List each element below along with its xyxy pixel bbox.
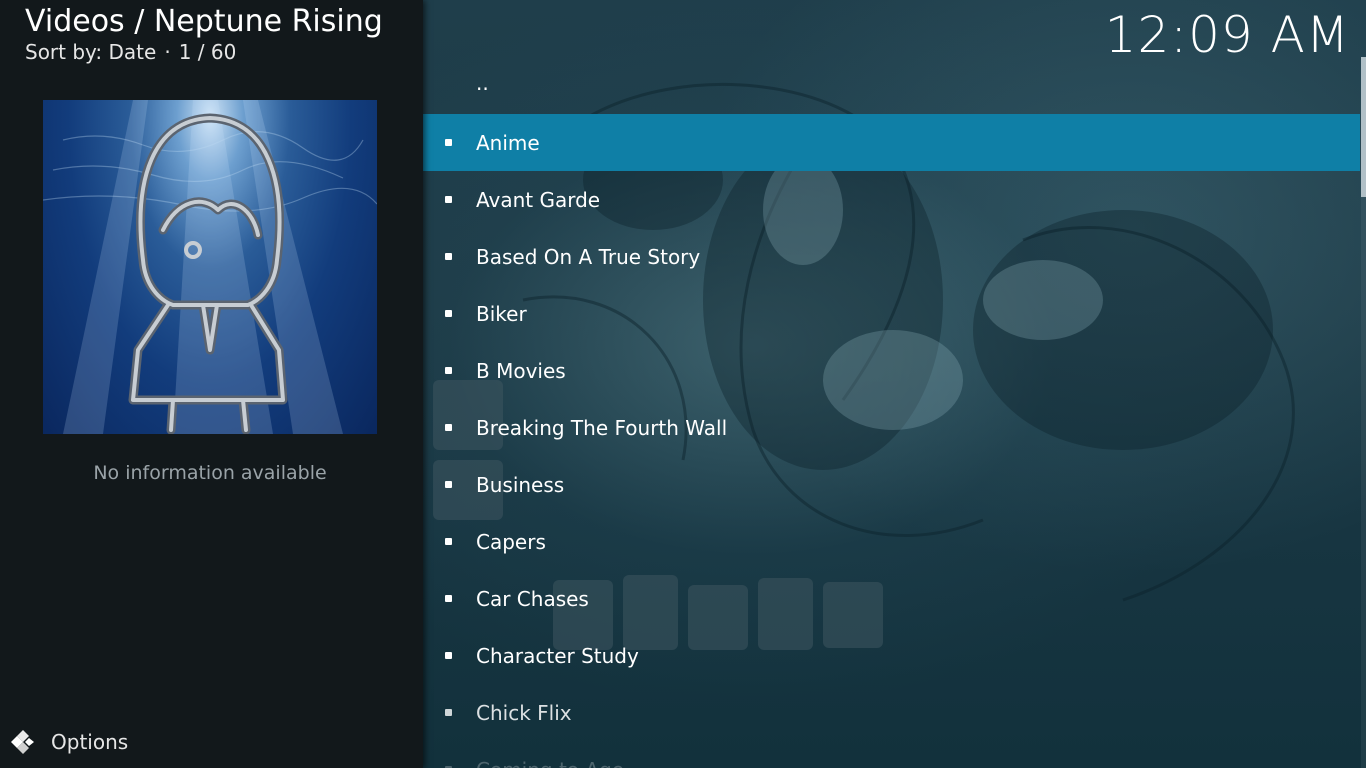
bullet bbox=[445, 253, 452, 260]
list-item-label: .. bbox=[476, 70, 489, 95]
page-title: Videos / Neptune Rising bbox=[25, 4, 383, 39]
list-item-coming-to-age[interactable]: Coming to Age bbox=[423, 741, 1360, 768]
bullet bbox=[445, 424, 452, 431]
separator: · bbox=[164, 40, 171, 64]
list-item-car-chases[interactable]: Car Chases bbox=[423, 570, 1360, 627]
sort-info: Sort by: Date · 1 / 60 bbox=[25, 40, 236, 64]
list-item-label: Breaking The Fourth Wall bbox=[476, 415, 728, 440]
list-item-label: Business bbox=[476, 472, 565, 497]
scrollbar-thumb[interactable] bbox=[1361, 57, 1366, 197]
no-information-text: No information available bbox=[93, 462, 327, 484]
list-item-label: Based On A True Story bbox=[476, 244, 701, 269]
item-position: 1 / 60 bbox=[178, 40, 237, 64]
list-item-label: Biker bbox=[476, 301, 527, 326]
sort-label: Sort by: Date bbox=[25, 40, 157, 64]
clock: 12:09 AM bbox=[1104, 6, 1350, 64]
list-item-label: B Movies bbox=[476, 358, 566, 383]
bullet bbox=[445, 481, 452, 488]
bullet bbox=[445, 367, 452, 374]
list-item-chick-flix[interactable]: Chick Flix bbox=[423, 684, 1360, 741]
neptune-rising-logo-image bbox=[43, 100, 377, 434]
list-item-label: Car Chases bbox=[476, 586, 589, 611]
bullet bbox=[445, 652, 452, 659]
folder-list: .. Anime Avant Garde Based On A True Sto… bbox=[423, 57, 1360, 768]
bullet bbox=[445, 82, 452, 89]
list-item-character-study[interactable]: Character Study bbox=[423, 627, 1360, 684]
bullet bbox=[445, 538, 452, 545]
list-item-avant-garde[interactable]: Avant Garde bbox=[423, 171, 1360, 228]
info-panel: Videos / Neptune Rising Sort by: Date · 1 … bbox=[0, 0, 423, 768]
options-label: Options bbox=[51, 730, 129, 754]
list-item-business[interactable]: Business bbox=[423, 456, 1360, 513]
list-item-label: Capers bbox=[476, 529, 546, 554]
bullet bbox=[445, 196, 452, 203]
list-item-label: Avant Garde bbox=[476, 187, 601, 212]
kodi-gear-icon bbox=[11, 730, 34, 754]
bullet bbox=[445, 709, 452, 716]
list-item-label: Character Study bbox=[476, 643, 639, 668]
list-item-label: Anime bbox=[476, 130, 540, 155]
list-item-parent[interactable]: .. bbox=[423, 57, 1360, 114]
addon-thumbnail bbox=[43, 100, 377, 434]
bullet bbox=[445, 595, 452, 602]
list-item-anime[interactable]: Anime bbox=[423, 114, 1360, 171]
kodi-screen: 12:09 AM .. Anime Avant Garde Based On A… bbox=[0, 0, 1366, 768]
bullet bbox=[445, 310, 452, 317]
options-button[interactable]: Options bbox=[10, 728, 128, 756]
list-item-b-movies[interactable]: B Movies bbox=[423, 342, 1360, 399]
list-item-label: Coming to Age bbox=[476, 758, 624, 768]
list-item-biker[interactable]: Biker bbox=[423, 285, 1360, 342]
list-item-based-on-a-true-story[interactable]: Based On A True Story bbox=[423, 228, 1360, 285]
list-item-label: Chick Flix bbox=[476, 700, 572, 725]
list-area: 12:09 AM .. Anime Avant Garde Based On A… bbox=[423, 0, 1366, 768]
list-item-capers[interactable]: Capers bbox=[423, 513, 1360, 570]
list-item-breaking-the-fourth-wall[interactable]: Breaking The Fourth Wall bbox=[423, 399, 1360, 456]
bullet bbox=[445, 139, 452, 146]
